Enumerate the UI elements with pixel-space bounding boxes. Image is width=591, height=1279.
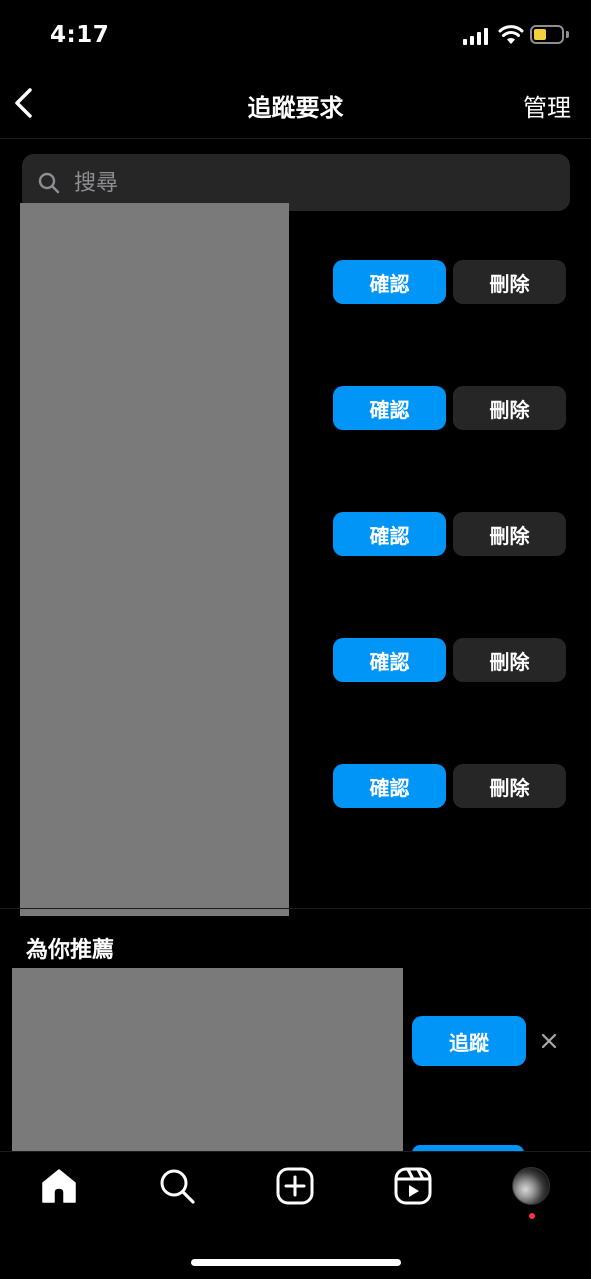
status-time: 4:17	[50, 22, 110, 48]
manage-button[interactable]: 管理	[523, 88, 571, 123]
section-divider	[0, 908, 591, 909]
search-input[interactable]	[72, 162, 556, 204]
delete-button[interactable]: 刪除	[453, 260, 566, 304]
follow-button[interactable]: 追蹤	[412, 1016, 526, 1066]
reels-icon[interactable]	[393, 1166, 433, 1206]
dismiss-x-icon[interactable]	[538, 1030, 560, 1052]
redacted-request-users	[20, 203, 289, 916]
confirm-button[interactable]: 確認	[333, 386, 446, 430]
delete-button[interactable]: 刪除	[453, 512, 566, 556]
confirm-button[interactable]: 確認	[333, 638, 446, 682]
delete-button[interactable]: 刪除	[453, 386, 566, 430]
delete-button[interactable]: 刪除	[453, 764, 566, 808]
confirm-button[interactable]: 確認	[333, 512, 446, 556]
header-divider	[0, 138, 591, 139]
notification-dot	[529, 1213, 535, 1219]
home-indicator	[191, 1259, 401, 1266]
confirm-button[interactable]: 確認	[333, 764, 446, 808]
home-icon[interactable]	[39, 1166, 79, 1206]
battery-tip	[566, 31, 569, 38]
battery-level	[534, 29, 546, 40]
search-icon[interactable]	[157, 1166, 197, 1206]
confirm-button[interactable]: 確認	[333, 260, 446, 304]
create-icon[interactable]	[275, 1166, 315, 1206]
suggested-section-title: 為你推薦	[26, 938, 115, 963]
delete-button[interactable]: 刪除	[453, 638, 566, 682]
profile-avatar[interactable]	[512, 1167, 550, 1205]
redacted-suggested-users	[12, 968, 403, 1151]
cellular-signal-icon	[463, 28, 489, 45]
battery-icon	[530, 25, 564, 44]
wifi-icon	[498, 25, 524, 44]
search-icon	[38, 172, 60, 194]
page-title: 追蹤要求	[247, 94, 344, 122]
